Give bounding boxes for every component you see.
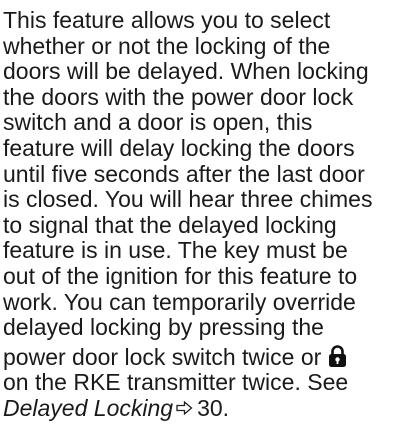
- text-line: This feature allows you to select: [3, 7, 331, 33]
- cross-reference-line: Delayed Locking 30.: [3, 394, 417, 422]
- text-line: switch and a door is open, this: [3, 109, 313, 136]
- text-line: doors will be delayed. When locking: [3, 58, 369, 85]
- text-line: delayed locking by pressing the: [3, 314, 324, 341]
- text-line: feature will delay locking the doors: [3, 134, 355, 161]
- text-segment: power door lock switch twice or: [3, 343, 328, 370]
- sentence-end: .: [222, 394, 230, 421]
- text-line: feature is in use. The key must be: [3, 237, 348, 264]
- text-line: is closed. You will hear three chimes: [3, 186, 373, 213]
- text-line: out of the ignition for this feature to: [3, 262, 358, 289]
- text-line: whether or not the locking of the: [3, 32, 331, 59]
- text-line: the doors with the power door lock: [3, 83, 354, 110]
- document-paragraph: This feature allows you to select whethe…: [3, 7, 417, 422]
- text-line: until five seconds after the last door: [3, 160, 365, 187]
- cross-reference-page[interactable]: 30: [197, 395, 223, 421]
- cross-reference-title[interactable]: Delayed Locking: [3, 395, 173, 421]
- text-line-with-icon: power door lock switch twice or: [3, 344, 417, 371]
- text-line: to signal that the delayed locking: [3, 211, 337, 238]
- text-line: work. You can temporarily override: [3, 288, 356, 315]
- lock-icon: [328, 344, 347, 368]
- text-line: on the RKE transmitter twice. See: [3, 369, 349, 396]
- page-reference-arrow-icon: [176, 400, 193, 416]
